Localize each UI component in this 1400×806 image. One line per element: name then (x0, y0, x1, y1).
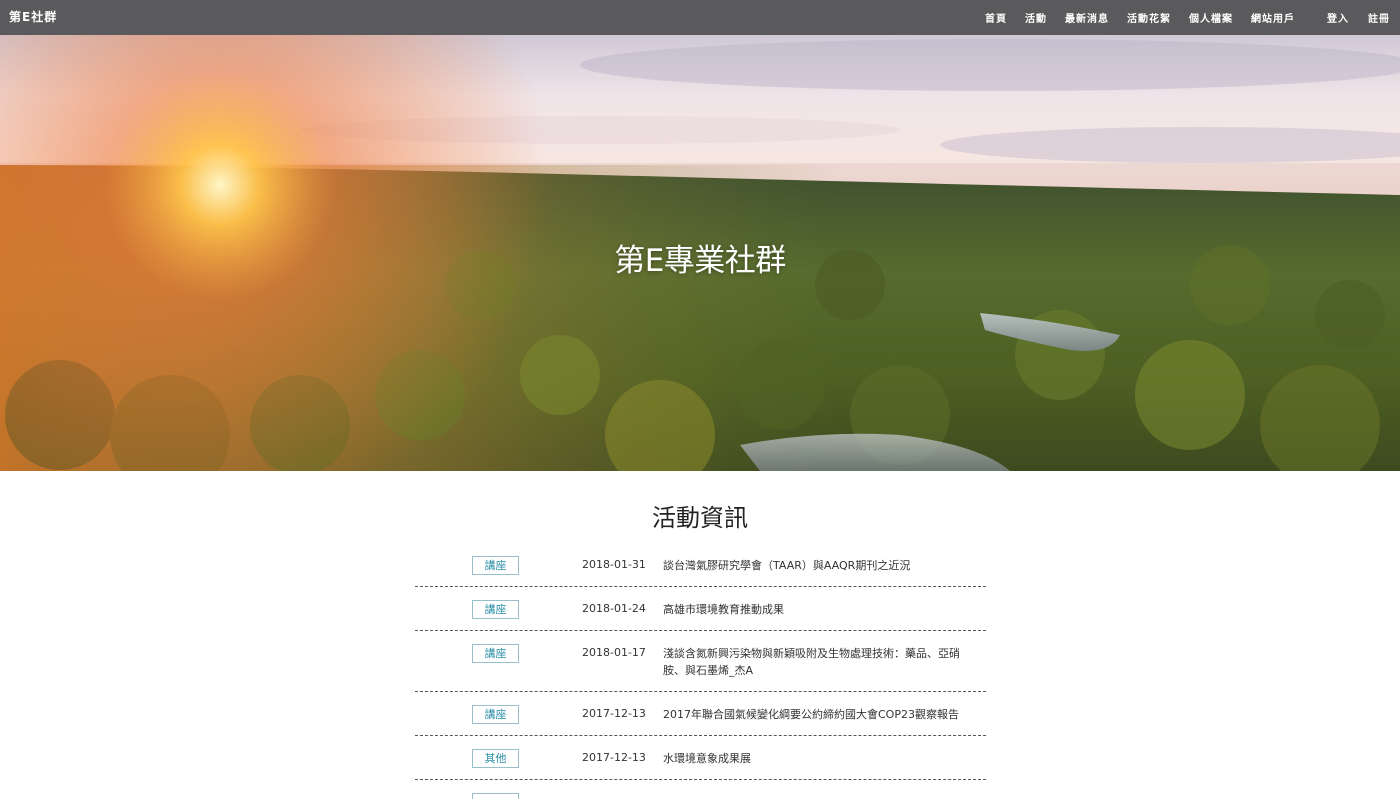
events-section: 活動資訊 講座 2018-01-31 談台灣氣膠研究學會（TAAR）與AAQR期… (0, 471, 1400, 800)
event-date: 2017-12-13 (582, 751, 646, 764)
register-link[interactable]: 註冊 (1368, 10, 1390, 25)
top-navbar: 第E社群 首頁 活動 最新消息 活動花絮 個人檔案 網站用戶 登入 註冊 (0, 0, 1400, 35)
event-category-tag-partial[interactable] (472, 793, 519, 799)
nav-link-profile[interactable]: 個人檔案 (1189, 10, 1233, 25)
event-row: 講座 2018-01-31 談台灣氣膠研究學會（TAAR）與AAQR期刊之近況 (415, 543, 986, 587)
nav-link-highlights[interactable]: 活動花絮 (1127, 10, 1171, 25)
event-date: 2017-12-13 (582, 707, 646, 720)
event-row: 其他 2017-12-13 水環境意象成果展 (415, 736, 986, 780)
hero-banner: 第E專業社群 (0, 35, 1400, 471)
event-row: 講座 2018-01-24 高雄市環境教育推動成果 (415, 587, 986, 631)
event-date: 2018-01-31 (582, 558, 646, 571)
nav-link-site-users[interactable]: 網站用戶 (1251, 10, 1295, 25)
brand-logo-link[interactable]: 第E社群 (9, 0, 57, 35)
event-title-link[interactable]: 高雄市環境教育推動成果 (663, 601, 966, 618)
hero-title: 第E專業社群 (614, 243, 786, 279)
event-row-partial (415, 780, 986, 806)
nav-link-activities[interactable]: 活動 (1025, 10, 1047, 25)
event-date: 2018-01-17 (582, 646, 646, 659)
events-heading: 活動資訊 (652, 504, 748, 532)
main-nav: 首頁 活動 最新消息 活動花絮 個人檔案 網站用戶 (967, 0, 1295, 35)
nav-link-home[interactable]: 首頁 (985, 10, 1007, 25)
event-category-tag[interactable]: 講座 (472, 600, 519, 619)
auth-nav: 登入 註冊 (1308, 0, 1390, 35)
event-row: 講座 2017-12-13 2017年聯合國氣候變化綱要公約締約國大會COP23… (415, 692, 986, 736)
event-category-tag[interactable]: 講座 (472, 705, 519, 724)
event-title-link[interactable]: 談台灣氣膠研究學會（TAAR）與AAQR期刊之近況 (663, 557, 966, 574)
event-row: 講座 2018-01-17 淺談含氮新興污染物與新穎吸附及生物處理技術：藥品、亞… (415, 631, 986, 692)
event-category-tag[interactable]: 講座 (472, 556, 519, 575)
event-title-link[interactable]: 淺談含氮新興污染物與新穎吸附及生物處理技術：藥品、亞硝胺、與石墨烯_杰A (663, 645, 966, 679)
event-title-link[interactable]: 水環境意象成果展 (663, 750, 966, 767)
event-date: 2018-01-24 (582, 602, 646, 615)
event-list: 講座 2018-01-31 談台灣氣膠研究學會（TAAR）與AAQR期刊之近況 … (415, 543, 986, 806)
nav-link-news[interactable]: 最新消息 (1065, 10, 1109, 25)
login-link[interactable]: 登入 (1327, 10, 1349, 25)
event-category-tag[interactable]: 講座 (472, 644, 519, 663)
event-category-tag[interactable]: 其他 (472, 749, 519, 768)
event-title-link[interactable]: 2017年聯合國氣候變化綱要公約締約國大會COP23觀察報告 (663, 706, 966, 723)
